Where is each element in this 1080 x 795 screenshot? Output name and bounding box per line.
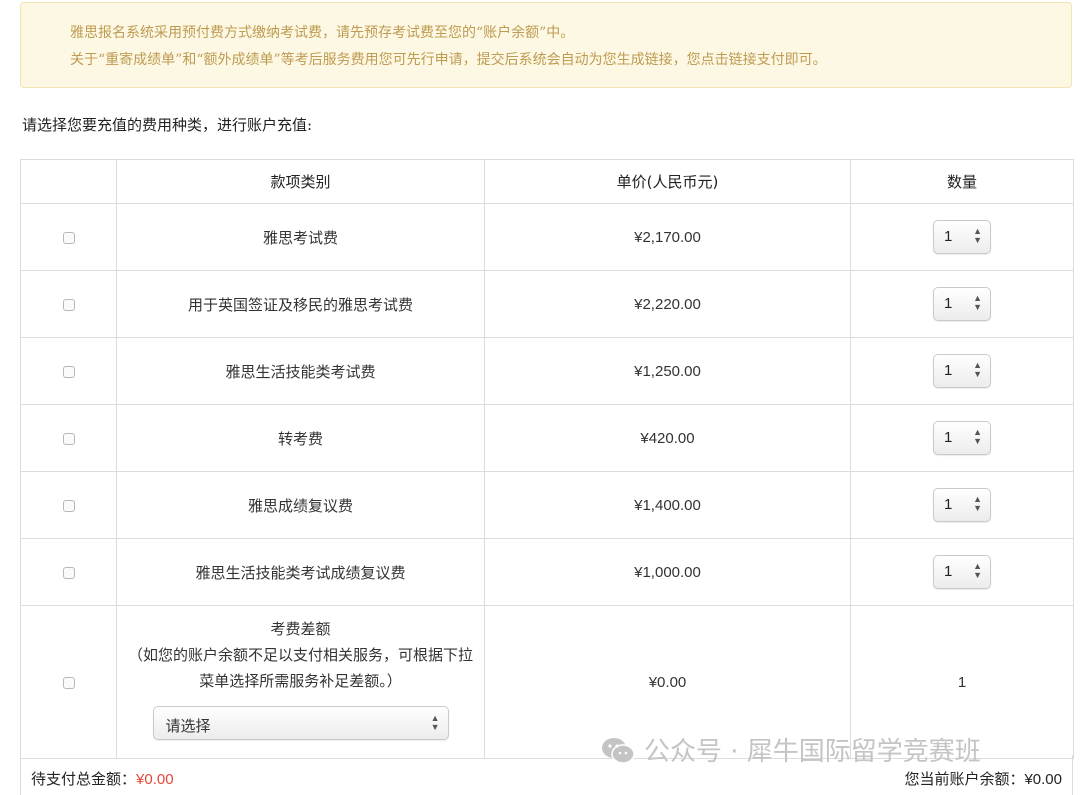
fee-name: 雅思生活技能类考试费 [116,337,485,405]
fee-name: 雅思成绩复议费 [116,471,485,539]
fee-checkbox[interactable] [62,433,75,445]
table-row: 雅思成绩复议费 ¥1,400.00 1 ▲ ▼ [20,471,1074,539]
table-row: 转考费 ¥420.00 1 ▲ ▼ [20,404,1074,472]
updown-arrows-icon: ▲ ▼ [973,494,982,513]
updown-arrows-icon: ▲ ▼ [430,713,440,732]
fee-checkbox[interactable] [62,232,75,244]
header-quantity: 数量 [850,159,1074,204]
quantity-value: 1 [944,362,953,379]
total-due-value: ¥0.00 [136,771,174,788]
account-balance-label: 您当前账户余额： [904,770,1025,788]
fee-name: 用于英国签证及移民的雅思考试费 [116,270,485,338]
notice-line-services: 关于“重寄成绩单”和“额外成绩单”等考后服务费用您可先行申请，提交后系统会自动为… [70,52,827,68]
notice-line-prepay: 雅思报名系统采用预付费方式缴纳考试费，请先预存考试费至您的“账户余额”中。 [70,25,575,41]
quantity-value: 1 [944,295,953,312]
recharge-prompt: 请选择您要充值的费用种类，进行账户充值: [22,116,313,134]
fee-price: ¥1,400.00 [484,471,851,539]
fee-name: 雅思考试费 [116,203,485,271]
difference-title: 考费差额 [270,620,331,638]
table-row: 雅思生活技能类考试成绩复议费 ¥1,000.00 1 ▲ ▼ [20,538,1074,606]
service-select-value: 请选择 [165,718,211,735]
watermark: 公众号 · 犀牛国际留学竞赛班 [600,731,981,768]
fee-checkbox[interactable] [62,299,75,311]
watermark-text: 公众号 · 犀牛国际留学竞赛班 [644,737,981,767]
fee-price: ¥2,170.00 [484,203,851,271]
quantity-select[interactable]: 1 ▲ ▼ [933,287,991,321]
account-balance-value: ¥0.00 [1024,771,1062,788]
updown-arrows-icon: ▲ ▼ [973,561,982,580]
updown-arrows-icon: ▲ ▼ [973,226,982,245]
total-due-label: 待支付总金额： [31,770,137,788]
fee-name: 转考费 [116,404,485,472]
table-row: 用于英国签证及移民的雅思考试费 ¥2,220.00 1 ▲ ▼ [20,270,1074,338]
difference-note: （如您的账户余额不足以支付相关服务，可根据下拉菜单选择所需服务补足差额。） [127,646,473,690]
quantity-select[interactable]: 1 ▲ ▼ [933,421,991,455]
quantity-select[interactable]: 1 ▲ ▼ [933,220,991,254]
fee-price: ¥420.00 [484,404,851,472]
table-header-row: 款项类别 单价(人民币元) 数量 [20,159,1074,204]
table-row: 雅思生活技能类考试费 ¥1,250.00 1 ▲ ▼ [20,337,1074,405]
fee-price: ¥1,250.00 [484,337,851,405]
fee-checkbox[interactable] [62,366,75,378]
quantity-select[interactable]: 1 ▲ ▼ [933,354,991,388]
account-balance: 您当前账户余额：¥0.00 [904,768,1062,789]
header-price: 单价(人民币元) [484,159,851,204]
fee-checkbox[interactable] [62,500,75,512]
quantity-value: 1 [944,563,953,580]
fee-name: 雅思生活技能类考试成绩复议费 [116,538,485,606]
fee-checkbox[interactable] [62,567,75,579]
table-row: 雅思考试费 ¥2,170.00 1 ▲ ▼ [20,203,1074,271]
quantity-value: 1 [944,429,953,446]
fee-price: ¥2,220.00 [484,270,851,338]
service-select[interactable]: 请选择 ▲ ▼ [152,706,449,740]
fee-price: ¥1,000.00 [484,538,851,606]
info-notice: 雅思报名系统采用预付费方式缴纳考试费，请先预存考试费至您的“账户余额”中。 关于… [20,2,1072,88]
header-select [20,159,117,204]
updown-arrows-icon: ▲ ▼ [973,360,982,379]
quantity-select[interactable]: 1 ▲ ▼ [933,488,991,522]
wechat-icon [602,738,635,764]
fee-table: 款项类别 单价(人民币元) 数量 雅思考试费 ¥2,170.00 1 ▲ ▼ 用于英… [20,159,1074,759]
quantity-value: 1 [944,228,953,245]
updown-arrows-icon: ▲ ▼ [973,427,982,446]
header-category: 款项类别 [116,159,485,204]
difference-checkbox[interactable] [62,677,75,689]
updown-arrows-icon: ▲ ▼ [973,293,982,312]
total-due: 待支付总金额：¥0.00 [31,768,174,789]
quantity-value: 1 [944,496,953,513]
quantity-select[interactable]: 1 ▲ ▼ [933,555,991,589]
